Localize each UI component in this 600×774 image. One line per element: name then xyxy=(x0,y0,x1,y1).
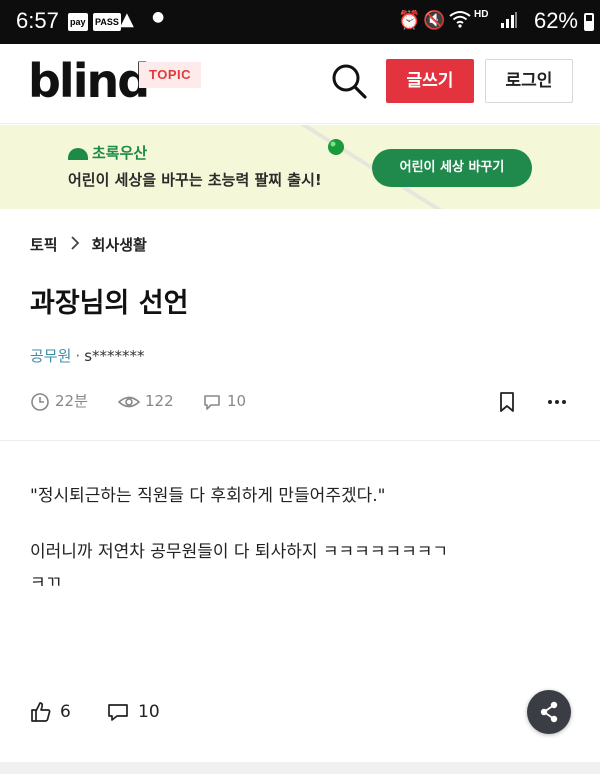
banner-cta-button[interactable]: 어린이 세상 바꾸기 xyxy=(372,149,532,187)
breadcrumb-category[interactable]: 회사생활 xyxy=(92,236,147,254)
more-dots-icon xyxy=(548,399,566,404)
bookmark-icon xyxy=(500,391,514,412)
bead-icon xyxy=(328,139,344,155)
umbrella-icon xyxy=(68,147,88,160)
post-actions: 6 10 xyxy=(0,690,600,736)
banner-brand-label: 초록우산 xyxy=(92,144,148,162)
post-time-label: 22분 xyxy=(55,392,88,410)
status-bar: 6:57 pay PASS ▲ ● ⏰ 🔇 HD 62% xyxy=(0,0,600,44)
battery-percent: 62% xyxy=(533,8,578,33)
share-icon xyxy=(540,701,558,723)
search-icon xyxy=(332,64,367,99)
post-body-paragraph: "정시퇴근하는 직원들 다 후회하게 만들어주겠다." xyxy=(30,486,386,506)
blind-logo[interactable]: blind xyxy=(28,54,150,108)
chevron-right-icon xyxy=(70,236,80,254)
pass-badge-icon: PASS xyxy=(93,13,121,31)
breadcrumb: 토픽 회사생활 xyxy=(30,234,147,255)
share-button[interactable] xyxy=(527,690,571,734)
banner-brand: 초록우산 xyxy=(68,142,147,163)
clock-icon xyxy=(31,392,49,411)
login-button[interactable]: 로그인 xyxy=(485,59,573,103)
comment-icon xyxy=(204,394,220,410)
dot-icon: ● xyxy=(152,9,165,25)
alarm-icon: ⏰ xyxy=(398,10,421,31)
more-options-button[interactable] xyxy=(546,390,573,414)
write-post-button[interactable]: 글쓰기 xyxy=(386,59,474,103)
warning-icon: ▲ xyxy=(120,9,134,30)
author-line: 공무원 · s******* xyxy=(30,345,145,366)
battery-icon xyxy=(584,13,594,31)
divider xyxy=(0,440,600,441)
post-body-paragraph: ㅋㄲ xyxy=(30,573,62,593)
breadcrumb-topic[interactable]: 토픽 xyxy=(30,236,58,254)
author-nickname: s******* xyxy=(84,347,145,365)
thumbs-up-icon xyxy=(31,702,51,722)
search-button[interactable] xyxy=(330,62,370,102)
author-company[interactable]: 공무원 xyxy=(30,347,71,365)
signal-icon xyxy=(500,12,518,33)
post-comments-count: 10 xyxy=(227,392,247,410)
eye-icon xyxy=(117,396,141,407)
post-body-paragraph: 이러니까 저연차 공무원들이 다 퇴사하지 ㅋㅋㅋㅋㅋㅋㅋㄱ xyxy=(30,541,449,562)
post-views-count: 122 xyxy=(145,392,174,410)
comment-button[interactable]: 10 xyxy=(106,701,160,723)
post-title: 과장님의 선언 xyxy=(30,288,189,319)
mute-icon: 🔇 xyxy=(423,10,446,31)
banner-text: 어린이 세상을 바꾸는 초능력 팔찌 출시! xyxy=(68,171,322,189)
ad-banner[interactable]: 초록우산 어린이 세상을 바꾸는 초능력 팔찌 출시! 어린이 세상 바꾸기 xyxy=(0,125,600,209)
post-body: "정시퇴근하는 직원들 다 후회하게 만들어주겠다." 이러니까 저연차 공무원… xyxy=(30,484,570,627)
bookmark-button[interactable] xyxy=(498,390,521,414)
like-count: 6 xyxy=(60,702,71,722)
bottom-strip xyxy=(0,762,600,774)
comment-count: 10 xyxy=(138,702,160,722)
like-button[interactable]: 6 xyxy=(30,701,71,723)
post-time: 22분 xyxy=(30,390,88,414)
post-views: 122 xyxy=(117,390,174,414)
hd-voice-icon: HD xyxy=(474,9,489,20)
status-time: 6:57 xyxy=(16,8,59,33)
pay-badge-icon: pay xyxy=(68,13,88,31)
topic-badge[interactable]: TOPIC xyxy=(139,62,201,88)
post-meta: 22분 122 10 xyxy=(30,390,570,414)
author-separator: · xyxy=(75,347,81,365)
app-header: blind TOPIC 글쓰기 로그인 xyxy=(0,44,600,124)
comment-icon xyxy=(108,704,128,721)
post-comments: 10 xyxy=(202,390,246,414)
wifi-icon xyxy=(449,10,471,33)
